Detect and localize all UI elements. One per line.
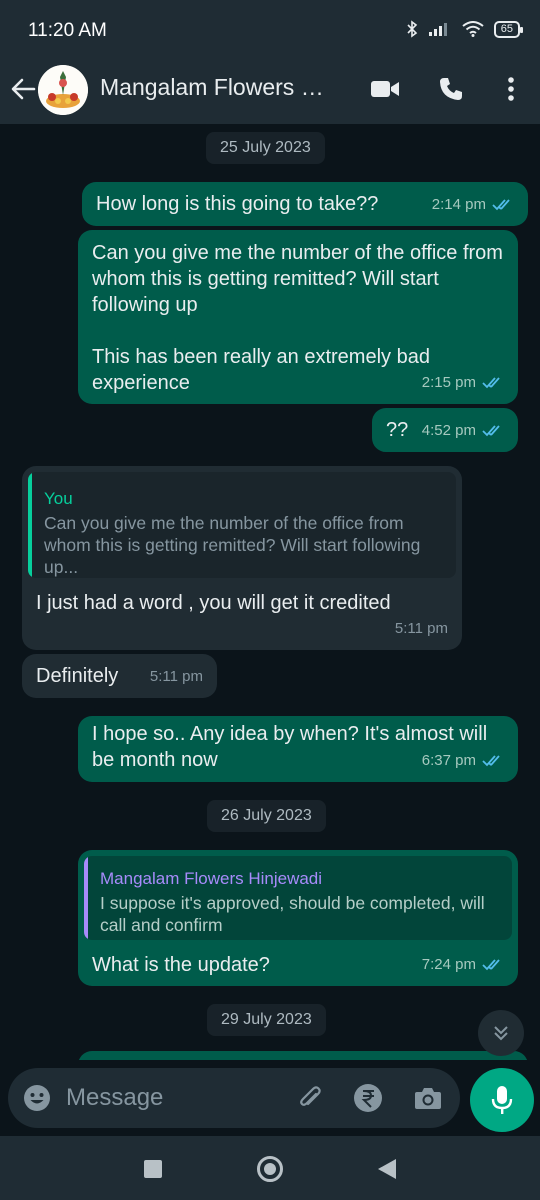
- recents-button[interactable]: [138, 1154, 168, 1184]
- payment-rupee-icon[interactable]: [352, 1082, 384, 1114]
- more-options-icon[interactable]: [494, 72, 528, 106]
- read-ticks-icon: [482, 425, 500, 437]
- emoji-icon[interactable]: [22, 1083, 52, 1113]
- message-input[interactable]: [66, 1082, 276, 1114]
- read-ticks-icon: [482, 377, 500, 389]
- status-icons: 65: [406, 20, 524, 38]
- back-button[interactable]: [372, 1154, 402, 1184]
- message-bubble[interactable]: Can you give me the number of the office…: [78, 230, 518, 404]
- back-arrow-icon[interactable]: [8, 74, 38, 104]
- attach-icon[interactable]: [294, 1082, 326, 1114]
- message-bubble[interactable]: How long is this going to take?? 2:14 pm: [82, 182, 528, 226]
- signal-icon: [428, 23, 447, 36]
- message-bubble-partial[interactable]: [78, 1051, 528, 1060]
- voice-call-icon[interactable]: [434, 72, 468, 106]
- avatar[interactable]: [38, 65, 88, 115]
- system-nav-bar: [0, 1136, 540, 1200]
- read-ticks-icon: [492, 199, 510, 211]
- quote-text: I suppose it's approved, should be compl…: [100, 893, 485, 935]
- message-text: What is the update?: [92, 954, 270, 976]
- chat-header: Mangalam Flowers Hinjewadi: [0, 62, 540, 124]
- status-bar: 11:20 AM 65: [0, 0, 540, 62]
- battery-indicator: 65: [493, 20, 524, 38]
- read-ticks-icon: [482, 959, 500, 971]
- date-separator: 25 July 2023: [206, 132, 325, 164]
- video-call-icon[interactable]: [368, 72, 402, 106]
- message-time: 7:24 pm: [421, 956, 476, 973]
- message-text: I just had a word , you will get it cred…: [36, 592, 391, 614]
- message-bubble[interactable]: Definitely 5:11 pm: [22, 654, 217, 698]
- quote-bar: [84, 856, 88, 940]
- contact-name[interactable]: Mangalam Flowers Hinjewadi: [100, 74, 340, 101]
- chat-area[interactable]: 25 July 2023 How long is this going to t…: [0, 124, 540, 1060]
- message-time: 4:52 pm: [421, 422, 476, 439]
- message-meta: 4:52 pm: [422, 418, 504, 444]
- message-time: 2:14 pm: [431, 196, 486, 213]
- quote-author: You: [44, 489, 73, 508]
- message-text: ??: [386, 419, 409, 441]
- mic-button[interactable]: [470, 1068, 534, 1132]
- message-meta: 6:37 pm: [422, 748, 504, 774]
- message-meta: 7:24 pm: [422, 952, 504, 978]
- message-text: How long is this going to take??: [96, 193, 379, 215]
- quote-author: Mangalam Flowers Hinjewadi: [100, 869, 323, 888]
- message-meta: 5:11 pm: [150, 664, 203, 690]
- mic-icon: [491, 1086, 513, 1114]
- message-bubble[interactable]: I hope so.. Any idea by when? It's almos…: [78, 716, 518, 782]
- message-meta: 2:14 pm: [432, 192, 514, 218]
- quote-text: Can you give me the number of the office…: [44, 513, 421, 577]
- message-time: 5:11 pm: [394, 620, 448, 637]
- message-meta: 5:11 pm: [395, 616, 448, 642]
- date-separator: 26 July 2023: [207, 800, 326, 832]
- input-bar: [0, 1060, 540, 1136]
- quoted-message[interactable]: Mangalam Flowers Hinjewadi I suppose it'…: [84, 856, 512, 940]
- home-button[interactable]: [255, 1154, 285, 1184]
- message-time: 5:11 pm: [149, 668, 203, 685]
- read-ticks-icon: [482, 755, 500, 767]
- date-separator: 29 July 2023: [207, 1004, 326, 1036]
- message-text: Definitely: [36, 665, 119, 687]
- message-time: 6:37 pm: [421, 752, 476, 769]
- message-time: 2:15 pm: [421, 374, 476, 391]
- message-bubble[interactable]: You Can you give me the number of the of…: [22, 466, 462, 650]
- message-meta: 2:15 pm: [422, 370, 504, 396]
- message-bubble[interactable]: ?? 4:52 pm: [372, 408, 518, 452]
- wifi-icon: [462, 21, 484, 37]
- message-bubble[interactable]: Mangalam Flowers Hinjewadi I suppose it'…: [78, 850, 518, 986]
- quoted-message[interactable]: You Can you give me the number of the of…: [28, 472, 456, 578]
- status-time: 11:20 AM: [28, 20, 107, 41]
- camera-icon[interactable]: [412, 1082, 444, 1114]
- double-chevron-down-icon: [494, 1026, 508, 1041]
- bluetooth-icon: [407, 20, 417, 38]
- message-box[interactable]: [8, 1068, 460, 1128]
- scroll-to-bottom-button[interactable]: [478, 1010, 524, 1056]
- quote-bar: [28, 472, 32, 578]
